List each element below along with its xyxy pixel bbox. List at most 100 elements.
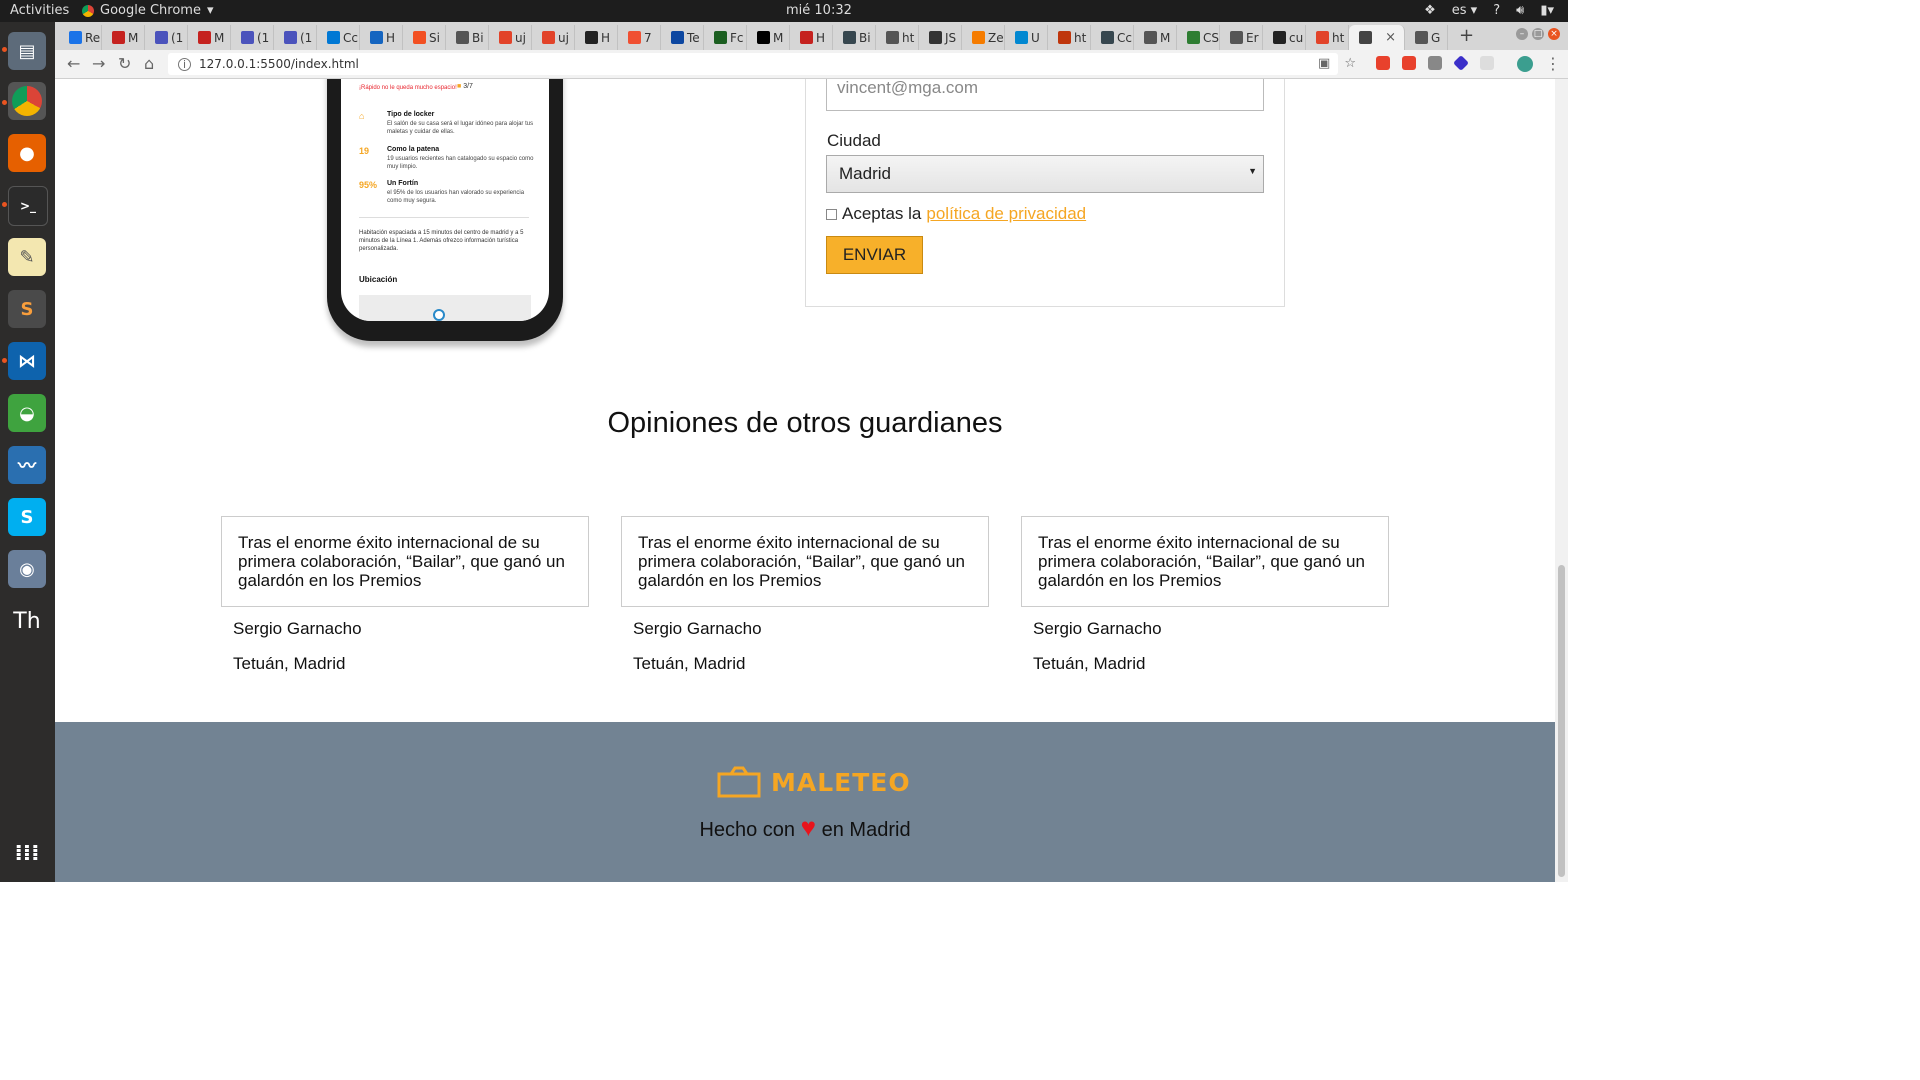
activities-button[interactable]: Activities <box>10 3 69 18</box>
minimize-button[interactable]: – <box>1516 28 1528 40</box>
turtle-app-icon[interactable]: ◒ <box>8 394 46 432</box>
extension-icon[interactable] <box>1402 56 1416 70</box>
browser-tab[interactable]: M <box>188 25 231 50</box>
show-applications-icon[interactable]: ⁞⁞⁞ <box>8 834 46 872</box>
browser-tab[interactable]: Te <box>661 25 704 50</box>
clock[interactable]: mié 10:32 <box>786 3 852 18</box>
close-window-button[interactable]: × <box>1548 28 1560 40</box>
chevron-down-icon: ▾ <box>206 3 214 18</box>
browser-tab[interactable]: Re <box>59 25 102 50</box>
tab-label: Te <box>687 30 700 45</box>
browser-tab[interactable]: Er <box>1220 25 1263 50</box>
browser-tab[interactable]: Cc <box>317 25 360 50</box>
tab-label: M <box>773 30 784 45</box>
tab-label: H <box>601 30 611 45</box>
maximize-button[interactable]: □ <box>1532 28 1544 40</box>
browser-tab[interactable]: ht <box>1306 25 1349 50</box>
opinion-location: Tetuán, Madrid <box>1033 654 1146 673</box>
browser-tab[interactable]: M <box>102 25 145 50</box>
typography-app-icon[interactable]: Th <box>8 602 46 640</box>
tab-label: Bi <box>472 30 484 45</box>
extension-icon[interactable] <box>1376 56 1390 70</box>
browser-tab[interactable]: uj <box>532 25 575 50</box>
volume-icon[interactable]: 🔊︎ <box>1516 3 1524 18</box>
browser-tab[interactable]: U <box>1005 25 1048 50</box>
browser-tab[interactable]: Bi <box>446 25 489 50</box>
terminal-icon[interactable]: >_ <box>8 186 48 226</box>
browser-tab[interactable]: 7 <box>618 25 661 50</box>
feature-title: Como la patena <box>387 146 440 153</box>
browser-tab[interactable]: H <box>360 25 403 50</box>
browser-tab[interactable]: (1 <box>145 25 188 50</box>
browser-tab[interactable]: CS <box>1177 25 1220 50</box>
extension-icon[interactable] <box>1453 55 1469 71</box>
profile-avatar[interactable] <box>1517 56 1533 72</box>
forward-arrow-icon[interactable]: → <box>92 54 105 73</box>
new-tab-button[interactable]: + <box>1459 25 1474 46</box>
browser-tab[interactable]: Cc <box>1091 25 1134 50</box>
tab-label: JS <box>945 30 957 45</box>
browser-tab[interactable]: H <box>790 25 833 50</box>
submit-button[interactable]: ENVIAR <box>826 236 923 274</box>
help-icon[interactable]: ? <box>1493 3 1500 18</box>
browser-tab[interactable]: JS <box>919 25 962 50</box>
footer-made-with: Hecho con ♥ en Madrid <box>55 812 1555 843</box>
chrome-launcher-icon[interactable] <box>8 82 46 120</box>
system-monitor-icon[interactable]: 〰 <box>8 446 46 484</box>
browser-tab[interactable]: G <box>1405 25 1448 50</box>
privacy-policy-link[interactable]: política de privacidad <box>926 204 1086 224</box>
vscode-icon[interactable]: ⋈ <box>8 342 46 380</box>
browser-tab[interactable]: H <box>575 25 618 50</box>
browser-tab[interactable]: Fc <box>704 25 747 50</box>
scrollbar-thumb[interactable] <box>1558 565 1565 877</box>
battery-icon[interactable]: ▮▾ <box>1540 3 1554 18</box>
skype-icon[interactable]: S <box>8 498 46 536</box>
feature-text: el 95% de los usuarios han valorado su e… <box>387 190 525 204</box>
footer-logo[interactable]: MALETEO <box>717 766 911 798</box>
tab-favicon-icon <box>1101 31 1114 44</box>
reload-icon[interactable]: ↻ <box>118 54 131 73</box>
email-field[interactable]: vincent@mga.com <box>826 79 1264 111</box>
tab-label: ht <box>902 30 915 45</box>
city-select[interactable]: Madrid ▼ <box>826 155 1264 193</box>
app-menu-label: Google Chrome <box>100 3 201 18</box>
browser-tab[interactable]: (1 <box>274 25 317 50</box>
browser-tab[interactable]: Bi <box>833 25 876 50</box>
firefox-icon[interactable]: ● <box>8 134 46 172</box>
extension-icon[interactable] <box>1428 56 1442 70</box>
bookmark-star-icon[interactable]: ☆ <box>1344 56 1356 71</box>
sublime-text-icon[interactable]: S <box>8 290 46 328</box>
app-menu[interactable]: Google Chrome ▾ <box>82 3 214 18</box>
browser-tab[interactable]: ht <box>1048 25 1091 50</box>
tab-favicon-icon <box>1015 31 1028 44</box>
translate-icon[interactable]: ▣ <box>1318 56 1330 71</box>
close-tab-icon[interactable]: × <box>1385 30 1396 45</box>
page-scrollbar[interactable] <box>1555 79 1568 882</box>
browser-tab[interactable]: ht <box>876 25 919 50</box>
home-icon[interactable]: ⌂ <box>144 54 154 73</box>
browser-tab[interactable]: Ze <box>962 25 1005 50</box>
address-bar[interactable]: i 127.0.0.1:5500/index.html <box>168 53 1338 75</box>
browser-tab[interactable]: M <box>747 25 790 50</box>
browser-tab[interactable]: × <box>1349 25 1405 50</box>
dropdown-arrow-icon: ▼ <box>1248 166 1257 176</box>
browser-tab[interactable]: uj <box>489 25 532 50</box>
system-tray[interactable]: ❖ es ▾ ? 🔊︎ ▮▾ <box>1424 3 1554 18</box>
screenshot-app-icon[interactable]: ◉ <box>8 550 46 588</box>
tab-favicon-icon <box>1273 31 1286 44</box>
dropbox-icon[interactable]: ❖ <box>1424 3 1436 18</box>
browser-tab[interactable]: Si <box>403 25 446 50</box>
files-icon[interactable]: ▤ <box>8 32 46 70</box>
privacy-checkbox[interactable] <box>826 208 837 220</box>
browser-tab[interactable]: (1 <box>231 25 274 50</box>
language-indicator[interactable]: es ▾ <box>1452 3 1477 18</box>
city-label: Ciudad <box>827 131 881 150</box>
back-arrow-icon[interactable]: ← <box>67 54 80 73</box>
running-indicator <box>2 202 7 207</box>
info-icon[interactable]: i <box>178 57 191 71</box>
browser-tab[interactable]: cu <box>1263 25 1306 50</box>
browser-tab[interactable]: M <box>1134 25 1177 50</box>
text-editor-icon[interactable]: ✎ <box>8 238 46 276</box>
extension-icon[interactable] <box>1480 56 1494 70</box>
menu-kebab-icon[interactable]: ⋮ <box>1545 54 1561 73</box>
